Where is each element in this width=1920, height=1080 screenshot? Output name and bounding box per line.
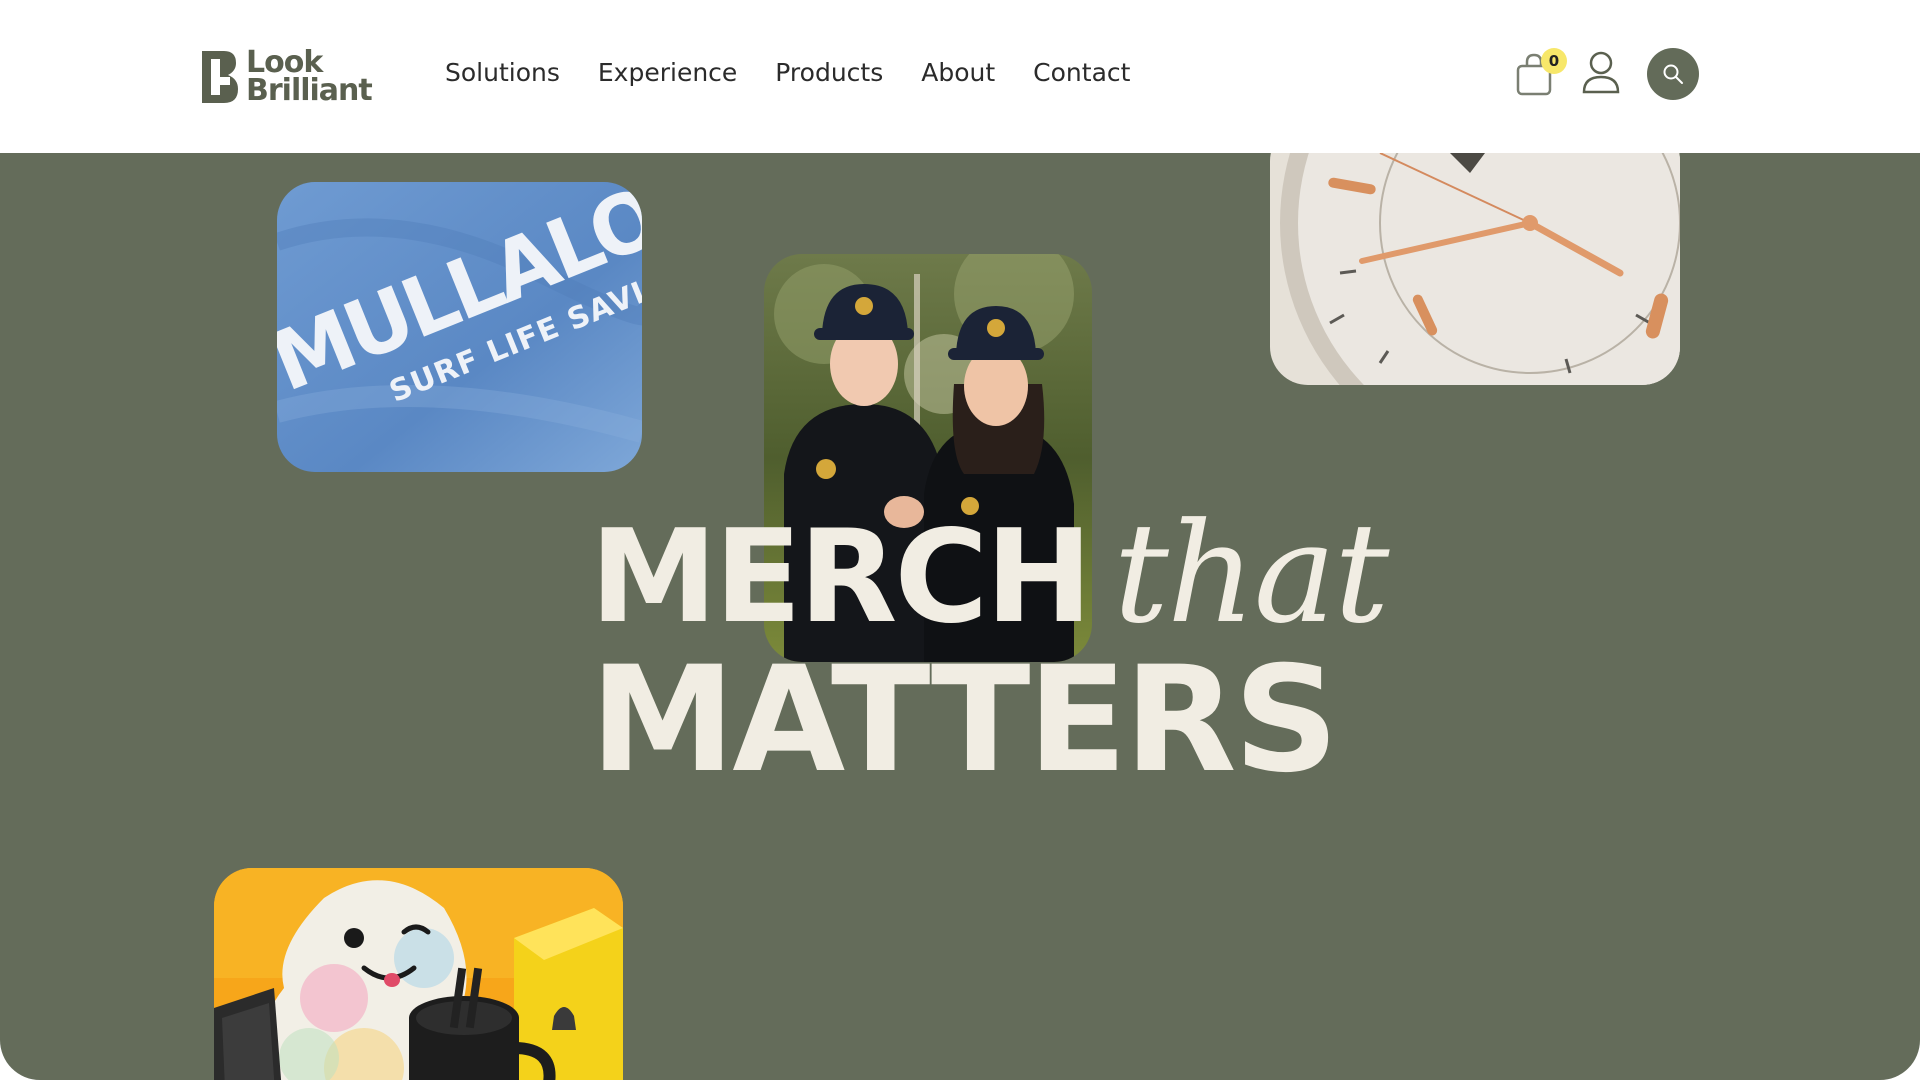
- watch-image: [1270, 153, 1680, 385]
- headline-merch: MERCH: [590, 503, 1092, 652]
- nav-item-experience[interactable]: Experience: [598, 58, 737, 87]
- logo-mark-icon: [202, 51, 238, 103]
- nav-item-solutions[interactable]: Solutions: [445, 58, 560, 87]
- brand-logo[interactable]: Look Brilliant: [200, 45, 373, 109]
- hero-headline: MERCH that MATTERS: [590, 493, 1390, 805]
- headline-row-1: MERCH that: [590, 493, 1390, 654]
- cart-button[interactable]: 0: [1515, 48, 1567, 98]
- site-header: Look Brilliant Solutions Experience Prod…: [0, 0, 1920, 153]
- shirt-print-image: MULLALOO SURF LIFE SAVING: [277, 182, 642, 472]
- nav-item-products[interactable]: Products: [775, 58, 883, 87]
- main-nav: Solutions Experience Products About Cont…: [445, 58, 1130, 87]
- plush-ghost-image: [214, 868, 623, 1080]
- brand-line2: Brilliant: [246, 73, 373, 108]
- user-icon[interactable]: [1582, 50, 1620, 94]
- search-button[interactable]: [1647, 48, 1699, 100]
- brand-wordmark: Look Brilliant: [246, 48, 373, 108]
- nav-item-about[interactable]: About: [921, 58, 995, 87]
- cart-count-badge: 0: [1541, 48, 1567, 74]
- headline-matters: MATTERS: [590, 635, 1339, 805]
- nav-item-contact[interactable]: Contact: [1033, 58, 1130, 87]
- search-icon: [1663, 64, 1683, 84]
- headline-that: that: [1113, 493, 1389, 654]
- hero-section: MULLALOO SURF LIFE SAVING MERCH that MAT…: [0, 153, 1920, 1080]
